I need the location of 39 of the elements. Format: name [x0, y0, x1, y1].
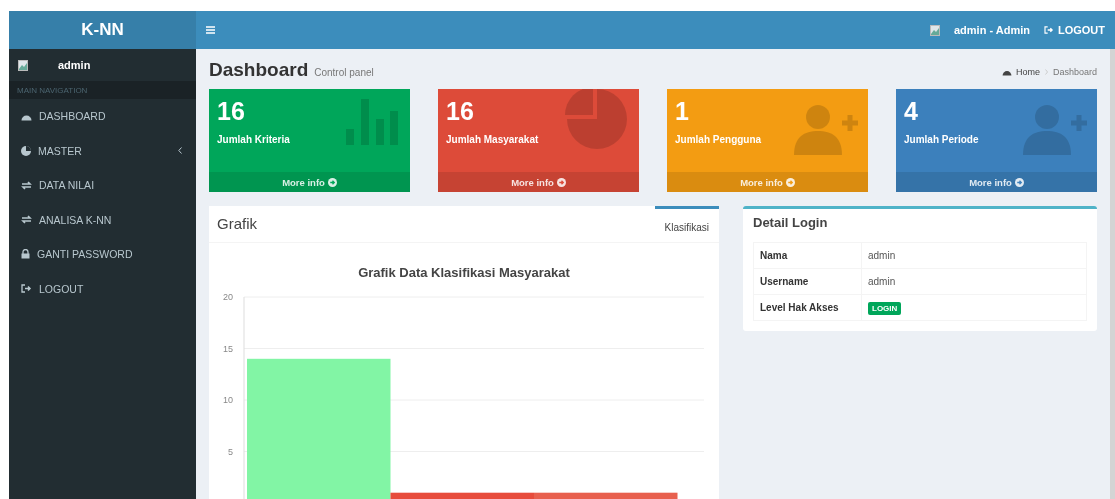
more-info-link[interactable]: More info	[896, 172, 1097, 192]
sidebar-item[interactable]: MASTER	[9, 133, 196, 168]
table-cell: Username	[753, 268, 862, 295]
stat-label: Jumlah Kriteria	[217, 134, 290, 145]
stat-value: 16	[217, 97, 245, 126]
stat-value: 4	[904, 97, 918, 126]
sidebar-user-name: admin	[58, 59, 91, 71]
axis-tick-label: 10	[223, 395, 233, 405]
table-cell: admin	[861, 268, 1087, 295]
axis-tick-label: 5	[228, 446, 233, 457]
brand-logo[interactable]: K-NN	[9, 11, 196, 49]
sidebar-item[interactable]: LOGOUT	[9, 271, 196, 306]
logout-link[interactable]: LOGOUT	[1043, 24, 1105, 36]
box-title: Detail Login	[753, 215, 829, 230]
sidebar-item[interactable]: ANALISA K-NN	[9, 202, 196, 237]
axis-tick-label: 15	[223, 343, 233, 354]
nav-header: MAIN NAVIGATION	[9, 81, 196, 99]
stat-label: Jumlah Masyarakat	[446, 134, 539, 145]
stat-label: Jumlah Periode	[904, 134, 979, 145]
table-cell: Nama	[753, 242, 862, 269]
sidebar-item[interactable]: DATA NILAI	[9, 168, 196, 203]
panel-title: Grafik	[216, 214, 258, 234]
table-cell: Level Hak Akses	[753, 294, 862, 321]
breadcrumb-link[interactable]: Dashboard	[1052, 67, 1097, 77]
stat-value: 1	[675, 97, 689, 126]
sidebar-item[interactable]: GANTI PASSWORD	[9, 237, 196, 272]
chart-title: Grafik Data Klasifikasi Masyarakat	[357, 265, 571, 279]
axis-tick-label: 20	[223, 292, 233, 302]
tab[interactable]: Klasifikasi	[654, 206, 719, 242]
table-cell: admin	[861, 242, 1087, 269]
more-info-link[interactable]: More info	[438, 172, 639, 192]
stat-label: Jumlah Pengguna	[675, 134, 762, 145]
user-name[interactable]: admin - Admin	[953, 24, 1030, 36]
breadcrumb-link[interactable]: Home	[1001, 67, 1040, 77]
page-subtitle: Control panel	[314, 67, 374, 78]
level-badge: LOGIN	[868, 302, 902, 315]
sidebar-item[interactable]: DASHBOARD	[9, 99, 196, 134]
page-title: Dashboard	[209, 59, 309, 81]
stat-value: 16	[446, 97, 474, 126]
